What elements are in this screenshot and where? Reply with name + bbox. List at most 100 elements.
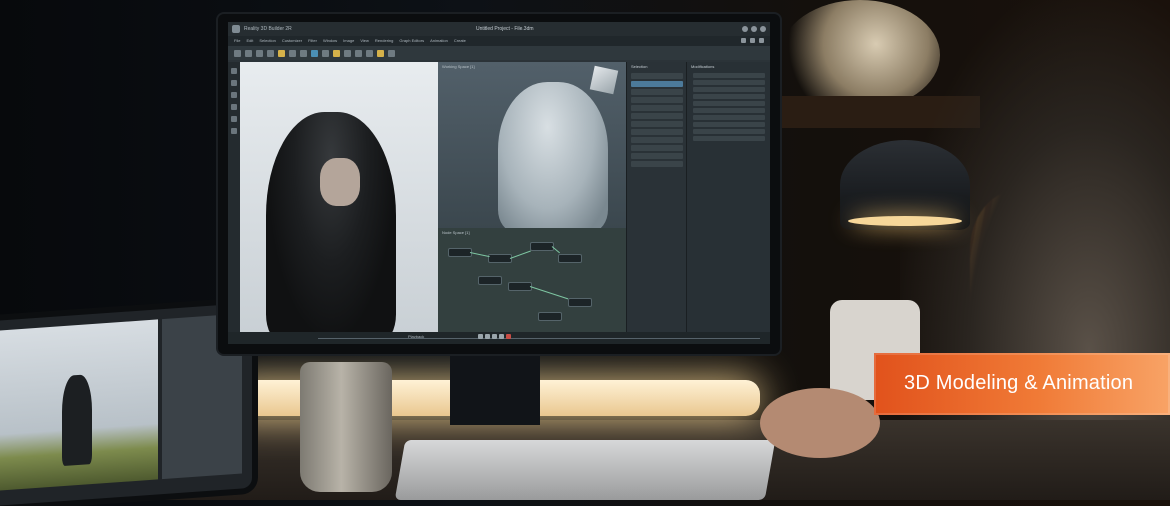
close-icon[interactable] — [760, 26, 766, 32]
move-tool-icon[interactable] — [245, 49, 252, 57]
tool-icon[interactable] — [231, 80, 237, 86]
bookmark-tool-icon[interactable] — [377, 49, 384, 57]
graph-node[interactable] — [508, 282, 532, 291]
view-cube-icon[interactable] — [589, 65, 619, 95]
graph-node[interactable] — [568, 298, 592, 307]
graph-node[interactable] — [448, 248, 472, 257]
modifier-row[interactable] — [693, 122, 765, 127]
outliner-row[interactable] — [631, 113, 683, 119]
menu-icons — [741, 36, 770, 46]
scene: Reality 3D Builder 2R Untitled Project -… — [0, 0, 1170, 506]
modifiers-panel: Modifications — [686, 62, 770, 332]
outliner-row[interactable] — [631, 161, 683, 167]
left-toolstrip — [228, 62, 240, 332]
graph-node[interactable] — [478, 276, 502, 285]
outliner-row[interactable] — [631, 145, 683, 151]
minimize-icon[interactable] — [742, 26, 748, 32]
record-icon[interactable] — [506, 334, 511, 339]
graph-node[interactable] — [488, 254, 512, 263]
rotate-tool-icon[interactable] — [256, 49, 263, 57]
monitor: Reality 3D Builder 2R Untitled Project -… — [218, 14, 780, 354]
menu-image[interactable]: Image — [343, 36, 354, 46]
mirror-tool-icon[interactable] — [289, 49, 296, 57]
graph-node[interactable] — [538, 312, 562, 321]
menu-create[interactable]: Create — [454, 36, 466, 46]
menu-graph-editors[interactable]: Graph Editors — [399, 36, 424, 46]
outliner-row[interactable] — [631, 89, 683, 95]
monitor-stand — [450, 345, 540, 425]
share-icon[interactable] — [741, 38, 746, 43]
playback-controls — [478, 334, 538, 340]
tablet-viewport — [0, 319, 158, 491]
menu-animation[interactable]: Animation — [430, 36, 448, 46]
maximize-icon[interactable] — [751, 26, 757, 32]
hooded-character-render — [266, 112, 396, 342]
outliner-row[interactable] — [631, 81, 683, 87]
graph-node[interactable] — [558, 254, 582, 263]
skip-start-icon[interactable] — [478, 334, 483, 339]
outliner-row[interactable] — [631, 105, 683, 111]
node-editor-label: Node Space [1] — [442, 230, 470, 235]
modifier-row[interactable] — [693, 101, 765, 106]
modifier-row[interactable] — [693, 94, 765, 99]
tablet — [0, 302, 252, 506]
outliner-row[interactable] — [631, 97, 683, 103]
menu-bar: File Edit Selection Customizer Filter Wi… — [228, 36, 770, 46]
menu-view[interactable]: View — [360, 36, 369, 46]
menu-edit[interactable]: Edit — [246, 36, 253, 46]
menu-rendering[interactable]: Rendering — [375, 36, 393, 46]
outliner-row[interactable] — [631, 121, 683, 127]
3d-viewport[interactable]: Working Space [1] — [438, 62, 626, 232]
menu-customizer[interactable]: Customizer — [282, 36, 302, 46]
menu-window[interactable]: Window — [323, 36, 337, 46]
tool-icon[interactable] — [231, 128, 237, 134]
tool-icon[interactable] — [231, 116, 237, 122]
outliner-row[interactable] — [631, 153, 683, 159]
settings-icon[interactable] — [750, 38, 755, 43]
modifier-row[interactable] — [693, 73, 765, 78]
app-title: Reality 3D Builder 2R — [244, 26, 292, 32]
modifier-row[interactable] — [693, 129, 765, 134]
modifiers-header: Modifications — [691, 64, 715, 69]
align-tool-icon[interactable] — [300, 49, 307, 57]
material-tool-icon[interactable] — [333, 49, 340, 57]
tool-icon[interactable] — [231, 104, 237, 110]
node-wire — [469, 252, 490, 258]
prev-frame-icon[interactable] — [485, 334, 490, 339]
render-preview[interactable] — [240, 62, 438, 342]
viewport-label: Working Space [1] — [442, 64, 475, 69]
desk-lamp — [840, 140, 970, 230]
light-tool-icon[interactable] — [322, 49, 329, 57]
outliner-row[interactable] — [631, 129, 683, 135]
menu-filter[interactable]: Filter — [308, 36, 317, 46]
history-tool-icon[interactable] — [388, 49, 395, 57]
grid-tool-icon[interactable] — [355, 49, 362, 57]
tool-icon[interactable] — [231, 92, 237, 98]
modifier-row[interactable] — [693, 87, 765, 92]
outliner-row[interactable] — [631, 73, 683, 79]
tool-icon[interactable] — [231, 68, 237, 74]
document-title: Untitled Project - File.3dm — [476, 26, 534, 32]
next-frame-icon[interactable] — [499, 334, 504, 339]
modifier-row[interactable] — [693, 115, 765, 120]
scale-tool-icon[interactable] — [267, 49, 274, 57]
camera-tool-icon[interactable] — [311, 49, 318, 57]
layer-tool-icon[interactable] — [366, 49, 373, 57]
user-icon[interactable] — [759, 38, 764, 43]
select-tool-icon[interactable] — [234, 49, 241, 57]
modifier-row[interactable] — [693, 80, 765, 85]
menu-file[interactable]: File — [234, 36, 240, 46]
hand — [760, 388, 880, 458]
tablet-character — [62, 374, 92, 467]
play-icon[interactable] — [492, 334, 497, 339]
node-editor[interactable]: Node Space [1] — [438, 228, 626, 332]
render-tool-icon[interactable] — [344, 49, 351, 57]
app-window: Reality 3D Builder 2R Untitled Project -… — [228, 22, 770, 344]
snap-tool-icon[interactable] — [278, 49, 285, 57]
outliner-row[interactable] — [631, 137, 683, 143]
menu-selection[interactable]: Selection — [259, 36, 275, 46]
timeline-ruler[interactable] — [318, 338, 760, 339]
timeline[interactable]: Playback — [228, 332, 770, 344]
modifier-row[interactable] — [693, 136, 765, 141]
modifier-row[interactable] — [693, 108, 765, 113]
